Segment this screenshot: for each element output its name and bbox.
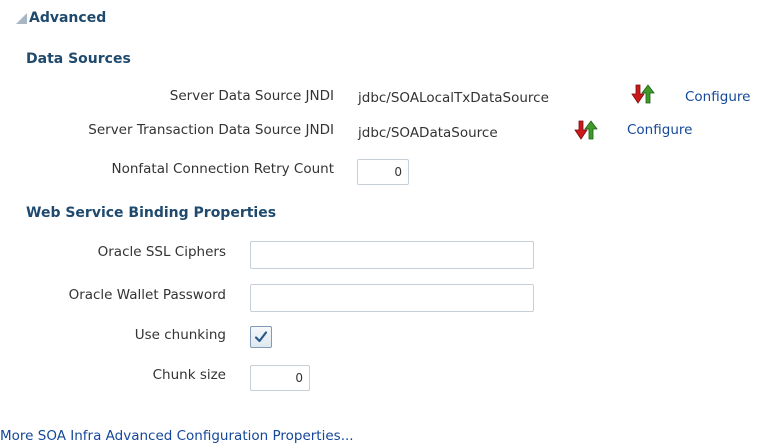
server-tx-label: Server Transaction Data Source JNDI: [88, 122, 334, 138]
retry-count-label: Nonfatal Connection Retry Count: [111, 161, 334, 177]
server-ds-value: jdbc/SOALocalTxDataSource: [358, 90, 549, 106]
server-ds-configure-link[interactable]: Configure: [685, 89, 750, 105]
more-properties-link[interactable]: More SOA Infra Advanced Configuration Pr…: [0, 428, 354, 444]
server-tx-value: jdbc/SOADataSource: [358, 125, 498, 141]
chunk-size-input[interactable]: [250, 365, 310, 391]
retry-count-input[interactable]: [357, 159, 409, 185]
wallet-password-label: Oracle Wallet Password: [68, 287, 226, 303]
use-chunking-label: Use chunking: [134, 327, 226, 343]
use-chunking-checkbox[interactable]: [250, 326, 272, 348]
chunk-size-label: Chunk size: [152, 367, 226, 383]
triangle-expanded-icon: [16, 13, 27, 24]
server-tx-configure-link[interactable]: Configure: [627, 122, 692, 138]
server-ds-action-icon[interactable]: [630, 83, 656, 105]
web-service-heading: Web Service Binding Properties: [26, 205, 277, 221]
server-ds-label: Server Data Source JNDI: [169, 88, 334, 104]
advanced-disclosure[interactable]: Advanced: [14, 8, 106, 28]
wallet-password-input[interactable]: [250, 284, 534, 312]
advanced-title: Advanced: [29, 10, 107, 26]
data-sources-heading: Data Sources: [26, 51, 131, 67]
checkmark-icon: [254, 331, 268, 343]
ssl-ciphers-label: Oracle SSL Ciphers: [97, 244, 226, 260]
server-tx-action-icon[interactable]: [573, 119, 599, 141]
ssl-ciphers-input[interactable]: [250, 241, 534, 269]
